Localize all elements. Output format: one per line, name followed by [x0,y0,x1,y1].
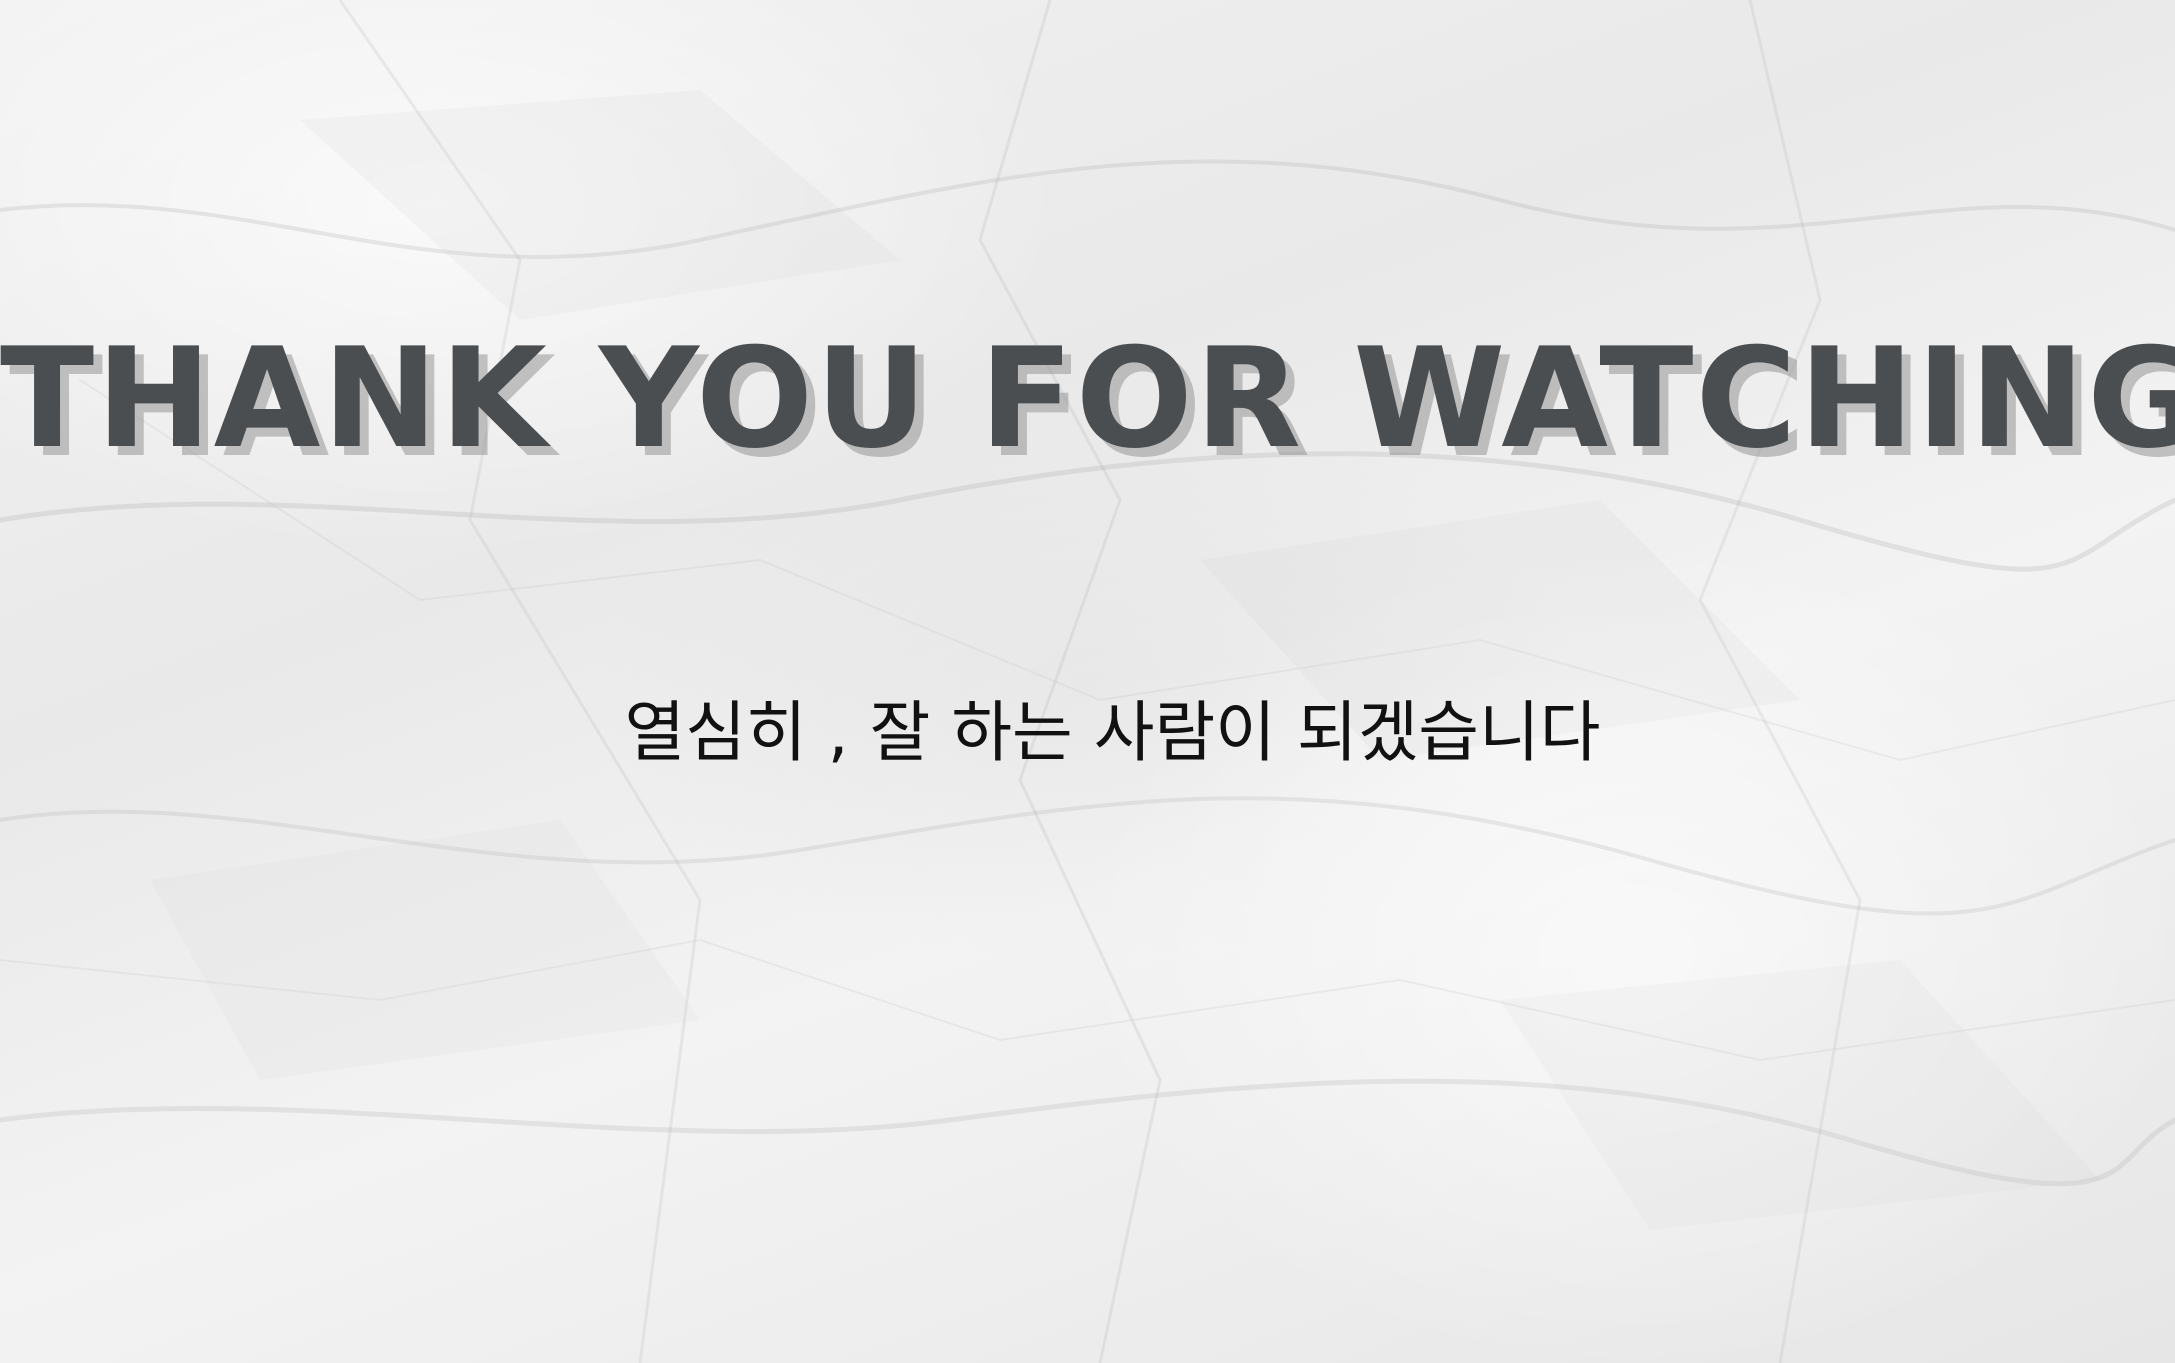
slide: THANK YOU FOR WATCHING 열심히 , 잘 하는 사람이 되겠… [0,0,2175,1363]
crumpled-paper-background [0,0,2175,1363]
slide-subtitle: 열심히 , 잘 하는 사람이 되겠습니다 [624,694,1601,771]
slide-title: THANK YOU FOR WATCHING [0,318,2175,479]
